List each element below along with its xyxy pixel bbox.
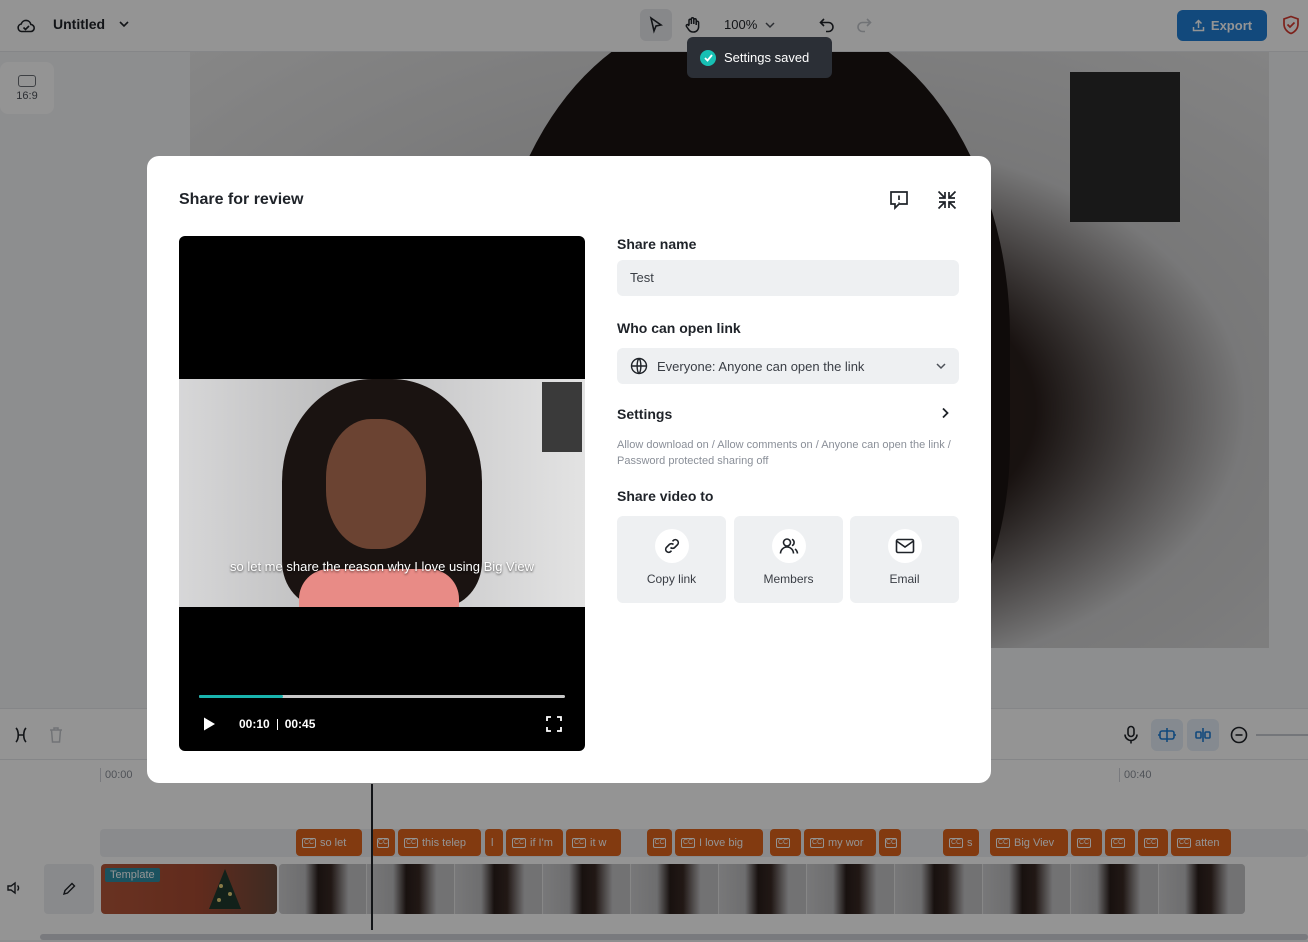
video-frame: so let me share the reason why I love us… [179,379,585,607]
time-separator [276,718,278,730]
fullscreen-icon[interactable] [546,716,562,732]
video-wall-art [542,382,582,452]
video-subtitle: so let me share the reason why I love us… [230,559,534,574]
video-progress-bar[interactable] [199,695,565,698]
dialog-title: Share for review [179,191,304,208]
who-can-open-label: Who can open link [617,320,741,336]
members-label: Members [763,572,814,586]
share-for-review-dialog: Share for review so let me share the rea… [147,156,991,783]
chevron-right-icon[interactable] [939,407,951,419]
video-subject-shirt [299,569,459,607]
settings-description: Allow download on / Allow comments on / … [617,439,951,467]
duration: 00:45 [284,717,316,731]
video-time: 00:10 00:45 [239,717,315,731]
globe-icon [630,357,648,375]
members-icon [779,538,798,554]
share-video-to-label: Share video to [617,488,714,504]
email-button[interactable]: Email [850,516,959,603]
video-progress-fill [199,695,284,698]
members-button[interactable]: Members [734,516,843,603]
collapse-icon[interactable] [936,189,958,211]
link-icon [664,538,679,554]
settings-label[interactable]: Settings [617,406,672,422]
copy-link-button[interactable]: Copy link [617,516,726,603]
link-access-value: Everyone: Anyone can open the link [657,358,865,374]
share-name-input[interactable]: Test [617,260,959,296]
current-time: 00:10 [239,717,270,731]
video-subject-face [326,419,426,549]
chevron-down-icon [936,363,946,370]
toast-notification: Settings saved [687,37,832,78]
play-icon[interactable] [201,716,217,732]
toast-message: Settings saved [724,50,810,65]
email-label: Email [889,572,920,586]
feedback-icon[interactable] [888,189,910,211]
link-access-select[interactable]: Everyone: Anyone can open the link [617,348,959,384]
check-circle-icon [700,49,716,66]
share-name-label: Share name [617,236,697,252]
copy-link-label: Copy link [646,572,697,586]
email-icon [895,538,914,554]
video-player[interactable]: so let me share the reason why I love us… [179,236,585,751]
